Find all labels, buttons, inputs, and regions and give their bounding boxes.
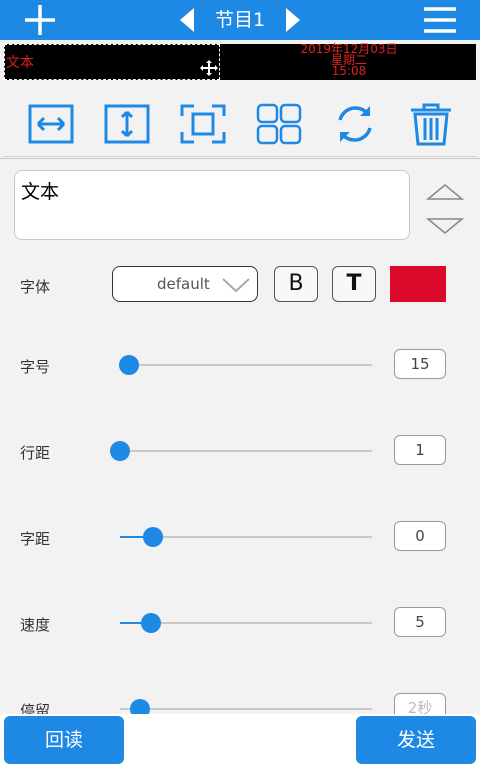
move-up-icon[interactable] xyxy=(426,182,464,202)
bold-button[interactable]: B xyxy=(274,266,318,302)
led-preview[interactable]: 文本 2019年12月03日 星期二 15:08 xyxy=(4,43,476,80)
speed-slider-knob[interactable] xyxy=(141,613,161,633)
stay-track[interactable] xyxy=(120,708,372,710)
add-icon[interactable] xyxy=(22,2,58,38)
line-spacing-label: 行距 xyxy=(20,444,51,462)
send-button[interactable]: 发送 xyxy=(356,716,476,764)
chevron-down-icon xyxy=(222,278,250,293)
toolbar xyxy=(4,82,476,157)
preview-text: 文本 xyxy=(6,55,34,71)
program-title: 节目1 xyxy=(214,9,266,31)
move-icon[interactable] xyxy=(200,60,218,76)
speed-value[interactable]: 5 xyxy=(394,607,446,637)
fullscreen-icon[interactable] xyxy=(180,102,226,146)
grid-layout-icon[interactable] xyxy=(256,102,302,146)
prev-program-icon[interactable] xyxy=(178,7,196,33)
delete-icon[interactable] xyxy=(408,102,454,146)
readback-button[interactable]: 回读 xyxy=(4,716,124,764)
font-select-value: default xyxy=(157,275,210,293)
text-content-input[interactable]: 文本 xyxy=(14,170,410,240)
font-size-value[interactable]: 15 xyxy=(394,349,446,379)
font-size-label: 字号 xyxy=(20,358,51,376)
menu-icon[interactable] xyxy=(422,6,458,34)
char-spacing-label: 字距 xyxy=(20,530,51,548)
char-spacing-slider-knob[interactable] xyxy=(143,527,163,547)
refresh-icon[interactable] xyxy=(332,102,378,146)
fit-width-icon[interactable] xyxy=(28,102,74,146)
text-style-button[interactable]: T xyxy=(332,266,376,302)
text-color-swatch[interactable] xyxy=(390,266,446,302)
font-select[interactable]: default xyxy=(112,266,258,302)
font-size-slider-knob[interactable] xyxy=(119,355,139,375)
char-spacing-value[interactable]: 0 xyxy=(394,521,446,551)
clock-time: 15:08 xyxy=(331,64,367,78)
move-down-icon[interactable] xyxy=(426,216,464,236)
fit-height-icon[interactable] xyxy=(104,102,150,146)
selected-text-area[interactable] xyxy=(4,44,220,80)
top-bar: 节目1 xyxy=(0,0,480,40)
next-program-icon[interactable] xyxy=(284,7,302,33)
preview-clock: 2019年12月03日 星期二 15:08 xyxy=(224,43,474,78)
line-spacing-value[interactable]: 1 xyxy=(394,435,446,465)
font-size-track[interactable] xyxy=(120,364,372,366)
line-spacing-track[interactable] xyxy=(120,450,372,452)
line-spacing-slider-knob[interactable] xyxy=(110,441,130,461)
speed-label: 速度 xyxy=(20,616,51,634)
font-label: 字体 xyxy=(20,278,51,296)
